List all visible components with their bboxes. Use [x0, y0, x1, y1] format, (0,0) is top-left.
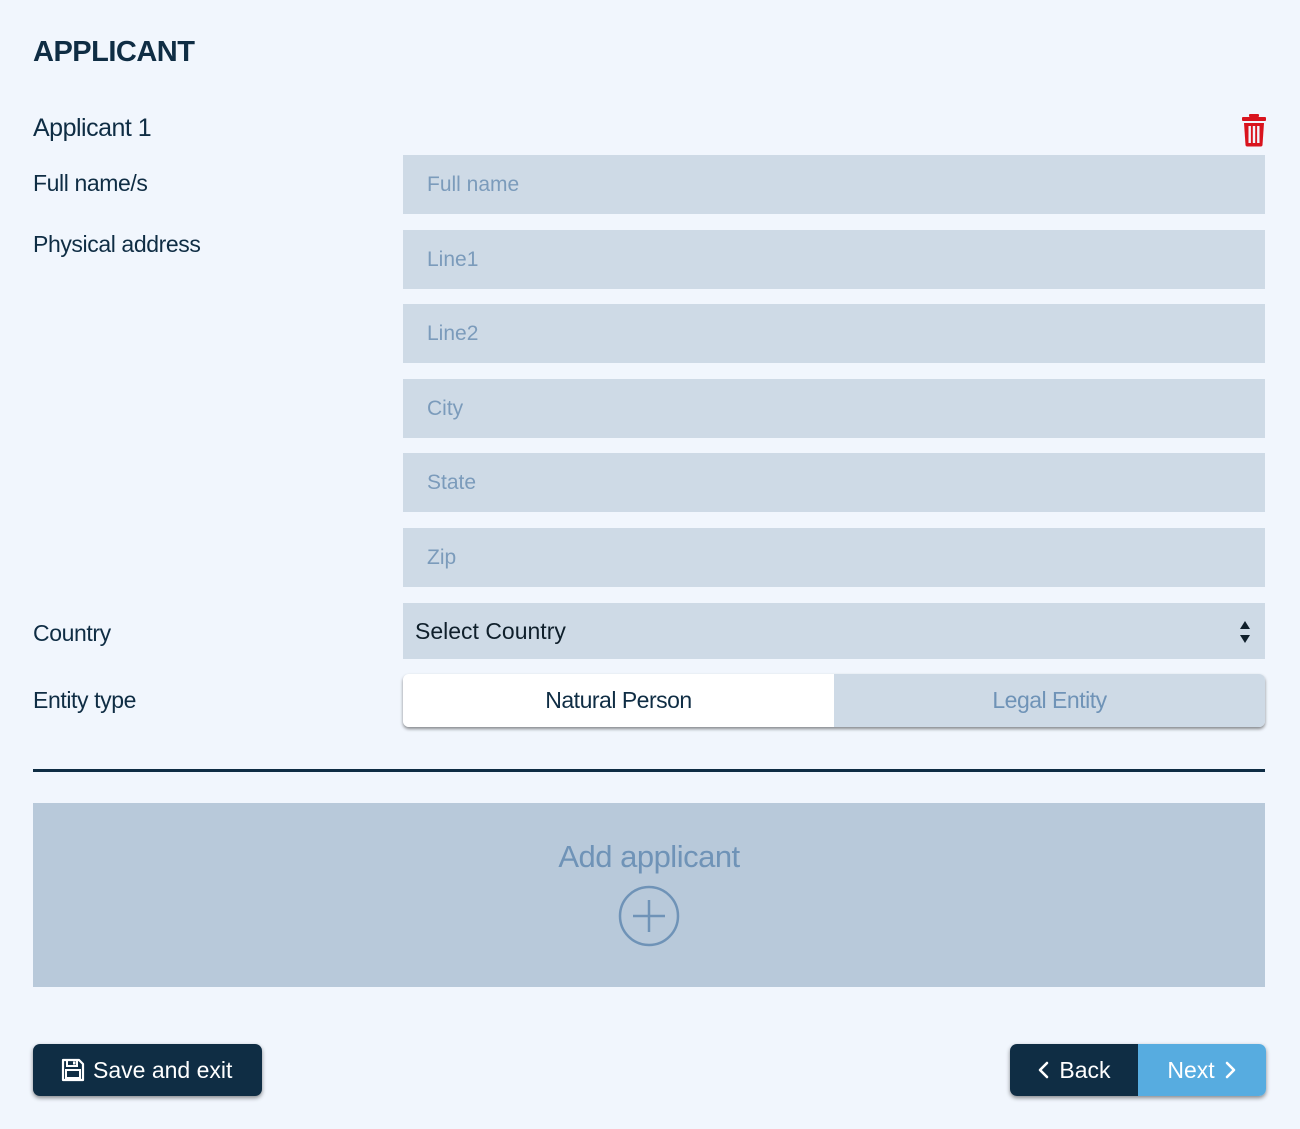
entity-option-natural-person[interactable]: Natural Person — [403, 674, 834, 727]
country-label: Country — [33, 620, 111, 646]
save-and-exit-label: Save and exit — [93, 1056, 233, 1083]
trash-icon[interactable] — [1240, 113, 1268, 147]
country-select-value: Select Country — [415, 617, 566, 644]
entity-type-toggle: Natural Person Legal Entity — [403, 674, 1265, 727]
nav-button-group: Back Next — [1010, 1044, 1266, 1096]
back-button[interactable]: Back — [1010, 1044, 1138, 1096]
entity-type-label: Entity type — [33, 687, 136, 713]
add-applicant-label: Add applicant — [558, 839, 740, 874]
address-line2-input[interactable] — [403, 304, 1265, 363]
city-input[interactable] — [403, 379, 1265, 438]
state-input[interactable] — [403, 453, 1265, 512]
full-name-input[interactable] — [403, 155, 1265, 214]
zip-input[interactable] — [403, 528, 1265, 587]
sort-arrows-icon — [1240, 621, 1250, 643]
next-button[interactable]: Next — [1138, 1044, 1266, 1096]
page-title: APPLICANT — [33, 36, 195, 68]
add-applicant-button[interactable]: Add applicant — [33, 803, 1265, 987]
back-label: Back — [1059, 1056, 1111, 1083]
plus-circle-icon — [618, 885, 680, 947]
floppy-disk-icon — [61, 1058, 85, 1082]
next-label: Next — [1167, 1056, 1215, 1083]
entity-option-legal-entity[interactable]: Legal Entity — [834, 674, 1265, 727]
chevron-left-icon — [1039, 1061, 1049, 1079]
applicant-title: Applicant 1 — [33, 114, 152, 142]
chevron-right-icon — [1225, 1061, 1235, 1079]
section-divider — [33, 769, 1265, 772]
full-name-label: Full name/s — [33, 170, 148, 196]
save-and-exit-button[interactable]: Save and exit — [33, 1044, 262, 1096]
country-select[interactable]: Select Country — [403, 603, 1265, 659]
address-line1-input[interactable] — [403, 230, 1265, 289]
physical-address-label: Physical address — [33, 231, 201, 257]
